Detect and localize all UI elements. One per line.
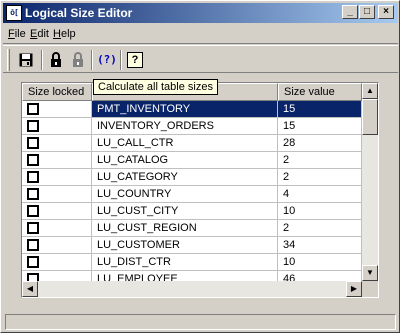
size-value-cell[interactable]: 28 [278,135,362,152]
horizontal-scrollbar[interactable]: ◀ ▶ [22,281,362,297]
size-locked-checkbox[interactable] [27,256,39,268]
size-value-cell[interactable]: 34 [278,237,362,254]
title-bar[interactable]: ŏ[ Logical Size Editor _ □ × [3,3,398,23]
vertical-scroll-thumb[interactable] [362,99,378,135]
size-locked-cell [22,186,92,203]
scroll-down-button[interactable]: ▼ [362,265,378,281]
calculate-icon[interactable]: (?) [96,50,118,70]
size-value-cell[interactable]: 46 [278,271,362,281]
table-name-cell[interactable]: LU_DIST_CTR [92,254,278,271]
column-header-size-value[interactable]: Size value [278,83,362,101]
size-locked-checkbox[interactable] [27,137,39,149]
help-icon[interactable]: ? [124,50,146,70]
table-name-cell[interactable]: LU_CUSTOMER [92,237,278,254]
size-locked-checkbox[interactable] [27,171,39,183]
size-locked-checkbox[interactable] [27,205,39,217]
table-row[interactable]: LU_CUST_CITY 10 [22,203,362,220]
status-pane [5,314,396,330]
table-row[interactable]: PMT_INVENTORY 15 [22,101,362,118]
table-name-cell[interactable]: LU_CUST_CITY [92,203,278,220]
scroll-up-button[interactable]: ▲ [362,83,378,99]
size-value-cell[interactable]: 15 [278,118,362,135]
close-button[interactable]: × [378,5,394,19]
size-locked-cell [22,254,92,271]
maximize-button[interactable]: □ [359,5,375,19]
scroll-right-button[interactable]: ▶ [346,281,362,297]
size-locked-cell [22,220,92,237]
tooltip: Calculate all table sizes [93,79,218,95]
size-locked-cell [22,169,92,186]
table-row[interactable]: LU_EMPLOYEE 46 [22,271,362,281]
table-name-cell[interactable]: LU_CALL_CTR [92,135,278,152]
table-row[interactable]: LU_DIST_CTR 10 [22,254,362,271]
menu-bar: File Edit Help [3,25,398,44]
table-row[interactable]: LU_COUNTRY 4 [22,186,362,203]
help-icon-glyph: ? [127,52,143,68]
table-row[interactable]: LU_CATEGORY 2 [22,169,362,186]
grid-viewport: Size locked Table name Size value PMT_IN… [22,83,362,281]
size-locked-cell [22,152,92,169]
toolbar-grip[interactable] [7,49,10,71]
size-locked-cell [22,203,92,220]
table-name-cell[interactable]: LU_CATEGORY [92,169,278,186]
toolbar-separator [120,50,122,70]
table-name-cell[interactable]: LU_CUST_REGION [92,220,278,237]
logical-size-editor-window: ŏ[ Logical Size Editor _ □ × File Edit H… [0,0,400,333]
size-locked-checkbox[interactable] [27,103,39,115]
size-locked-checkbox[interactable] [27,239,39,251]
size-value-cell[interactable]: 10 [278,203,362,220]
status-bar [3,313,398,331]
save-icon[interactable] [15,50,37,70]
toolbar: (?) ? [3,45,398,73]
size-value-cell[interactable]: 2 [278,220,362,237]
size-locked-cell [22,271,92,281]
table-name-cell[interactable]: PMT_INVENTORY [92,101,278,118]
size-locked-checkbox[interactable] [27,222,39,234]
scroll-left-button[interactable]: ◀ [22,281,38,297]
minimize-button[interactable]: _ [342,5,358,19]
size-locked-checkbox[interactable] [27,273,39,281]
size-locked-cell [22,135,92,152]
size-locked-cell [22,237,92,254]
size-value-cell[interactable]: 2 [278,152,362,169]
toolbar-separator [41,50,43,70]
size-value-cell[interactable]: 4 [278,186,362,203]
size-value-cell[interactable]: 2 [278,169,362,186]
size-locked-cell [22,118,92,135]
table-name-cell[interactable]: INVENTORY_ORDERS [92,118,278,135]
toolbar-separator [91,50,93,70]
scrollbar-corner [362,281,378,297]
size-locked-checkbox[interactable] [27,188,39,200]
size-value-cell[interactable]: 15 [278,101,362,118]
menu-help[interactable]: Help [53,28,76,40]
table-row[interactable]: LU_CALL_CTR 28 [22,135,362,152]
column-header-size-locked[interactable]: Size locked [22,83,92,101]
window-title: Logical Size Editor [25,6,133,20]
size-locked-checkbox[interactable] [27,154,39,166]
unlock-icon[interactable] [67,50,89,70]
menu-file[interactable]: File [8,28,26,40]
vertical-scrollbar[interactable]: ▲ ▼ [362,83,378,297]
size-value-cell[interactable]: 10 [278,254,362,271]
table-row[interactable]: LU_CUSTOMER 34 [22,237,362,254]
size-locked-checkbox[interactable] [27,120,39,132]
size-locked-cell [22,101,92,118]
table-name-cell[interactable]: LU_CATALOG [92,152,278,169]
table-row[interactable]: LU_CATALOG 2 [22,152,362,169]
table-name-cell[interactable]: LU_COUNTRY [92,186,278,203]
table-row[interactable]: INVENTORY_ORDERS 15 [22,118,362,135]
menu-edit[interactable]: Edit [30,28,49,40]
table-size-grid: Size locked Table name Size value PMT_IN… [21,82,379,298]
table-row[interactable]: LU_CUST_REGION 2 [22,220,362,237]
lock-icon[interactable] [45,50,67,70]
app-icon: ŏ[ [6,5,22,21]
table-name-cell[interactable]: LU_EMPLOYEE [92,271,278,281]
